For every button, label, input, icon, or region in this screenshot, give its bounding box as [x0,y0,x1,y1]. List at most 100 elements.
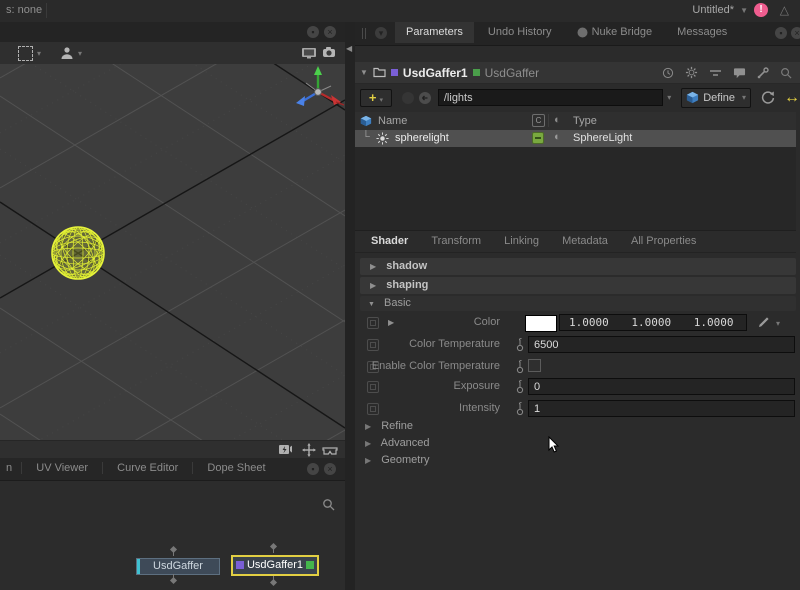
tab-messages[interactable]: Messages [666,22,738,43]
define-caret-icon: ▾ [742,93,746,102]
gear-icon[interactable] [685,66,698,79]
light-sun-icon [376,132,389,145]
section-basic[interactable]: ▼ Basic [360,296,796,311]
stereo-glasses-icon[interactable] [322,445,338,455]
folder-icon [373,67,386,78]
panel-menu-icon[interactable]: ▪ [307,463,319,475]
panel-options-icon[interactable]: ▾ [375,27,387,39]
group-label: Geometry [381,454,429,466]
path-input[interactable] [438,89,663,106]
wrench-icon[interactable] [757,67,769,79]
marquee-select-caret-icon[interactable]: ▾ [37,49,41,58]
group-advanced[interactable]: ▶ Advanced [365,437,795,453]
bottom-tab-curve-editor[interactable]: Curve Editor [106,458,189,479]
tab-nuke-bridge[interactable]: Nuke Bridge [566,22,664,43]
refresh-icon[interactable] [760,90,776,106]
property-tabs: Shader Transform Linking Metadata All Pr… [355,232,796,253]
expand-icon: ▶ [365,456,371,465]
node-usdgaffer1-selected[interactable]: UsdGaffer1 [231,555,319,576]
collapse-left-icon[interactable]: ◀ [346,44,352,53]
section-shadow[interactable]: ▶ shadow [360,258,796,275]
color-r[interactable]: 1.0000 [560,316,609,329]
bottom-tab-partial[interactable]: n [0,458,18,479]
bottom-tab-uv-viewer[interactable]: UV Viewer [25,458,99,479]
scene-table-row-spherelight[interactable]: └ spherelight ◐ SphereLight [355,130,796,147]
define-mode-dropdown[interactable]: Define ▾ [681,88,751,108]
undo-path-icon[interactable] [418,91,432,105]
marquee-select-icon[interactable] [18,46,33,61]
drag-grip[interactable] [362,28,363,39]
add-location-button[interactable]: + ▾ [360,89,392,107]
color-swatch[interactable] [525,315,557,332]
viewport-3d[interactable] [0,64,345,440]
manipulator-caret-icon[interactable]: ▾ [78,49,82,58]
comment-bubble-icon[interactable] [733,67,746,79]
prop-label: Exposure [355,380,500,392]
node-usdgaffer[interactable]: UsdGaffer [136,558,220,575]
panel-close-icon[interactable]: × [324,26,336,38]
panel-menu-icon[interactable]: ▪ [775,27,787,39]
clock-icon[interactable] [662,67,674,79]
color-temperature-input[interactable] [528,336,795,353]
state-pin-icon[interactable] [516,337,524,352]
panel-splitter[interactable]: ◀ [345,22,355,590]
group-refine[interactable]: ▶ Refine [365,420,795,436]
tab-shader[interactable]: Shader [361,232,418,250]
panel-close-icon[interactable]: × [791,27,800,39]
wedge-icon[interactable] [709,68,722,78]
viewer-tabbar: ▪ × [0,22,345,43]
visibility-half-circle-icon[interactable]: ◐ [554,131,561,143]
state-pin-icon[interactable] [516,359,524,374]
cube-icon [360,115,372,127]
nodegraph-panel[interactable]: UsdGaffer UsdGaffer1 [0,480,345,590]
color-picker-pen-icon[interactable] [758,316,770,328]
light-enabled-badge-icon[interactable] [532,132,544,144]
document-title[interactable]: Untitled* [692,4,734,16]
column-c-badge-icon[interactable]: C [532,114,545,127]
search-icon[interactable] [780,67,792,79]
document-title-caret-icon[interactable]: ▼ [740,6,748,15]
state-pin-icon[interactable] [516,401,524,416]
monitor-icon[interactable] [301,47,317,59]
state-pin-icon[interactable] [516,379,524,394]
prop-row-intensity: Intensity [355,398,796,420]
visibility-half-circle-icon[interactable]: ◐ [554,114,561,126]
tab-transform[interactable]: Transform [421,232,491,250]
intensity-input[interactable] [528,400,795,417]
alert-badge-icon[interactable]: ! [754,3,768,17]
port-stem [273,549,274,553]
expand-arrows-icon[interactable]: ↔ [784,89,800,107]
pan-move-icon[interactable] [302,443,316,457]
panel-menu-icon[interactable]: ▪ [307,26,319,38]
tab-linking[interactable]: Linking [494,232,549,250]
tab-all-properties[interactable]: All Properties [621,232,706,250]
color-g[interactable]: 1.0000 [615,316,671,329]
node-output-port[interactable] [170,577,177,584]
expand-icon: ▶ [370,262,376,271]
node-output-port[interactable] [270,579,277,586]
tab-undo-history[interactable]: Undo History [477,22,563,43]
color-options-caret-icon[interactable]: ▾ [776,319,780,328]
collapse-node-icon[interactable]: ▼ [360,68,368,77]
color-b[interactable]: 1.0000 [678,316,734,329]
bottom-tab-dope-sheet[interactable]: Dope Sheet [196,458,276,479]
manipulator-person-icon[interactable] [60,46,74,60]
enable-color-temperature-checkbox[interactable] [528,359,541,372]
search-icon[interactable] [322,498,335,511]
scene-table-body[interactable] [355,147,796,231]
tab-metadata[interactable]: Metadata [552,232,618,250]
path-history-caret-icon[interactable]: ▾ [667,93,671,102]
flipbook-camera-icon[interactable] [278,444,293,455]
exposure-input[interactable] [528,378,795,395]
column-type[interactable]: Type [573,115,597,127]
column-name[interactable]: Name [378,115,407,127]
group-label: Refine [381,420,413,432]
section-shaping[interactable]: ▶ shaping [360,277,796,294]
warning-triangle-icon[interactable]: △ [780,3,789,17]
panel-close-icon[interactable]: × [324,463,336,475]
lock-state-icon[interactable] [402,92,414,104]
color-values-field[interactable]: 1.0000 1.0000 1.0000 [559,314,747,331]
group-geometry[interactable]: ▶ Geometry [365,454,795,470]
snapshot-camera-icon[interactable] [322,46,337,59]
tab-parameters[interactable]: Parameters [395,22,474,43]
